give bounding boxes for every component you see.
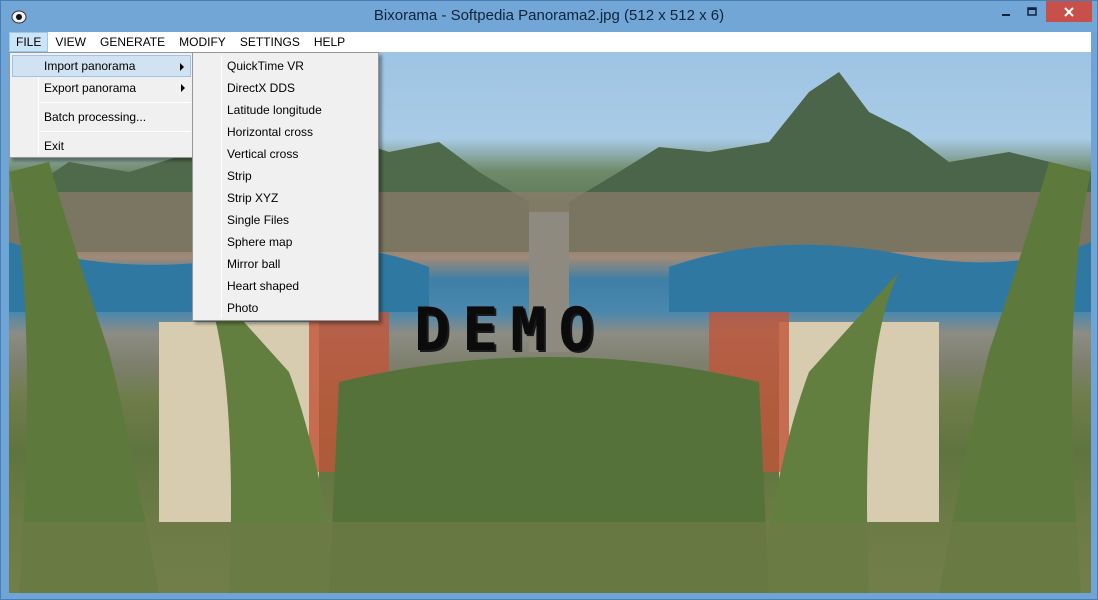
submenu-arrow-icon [181,84,185,92]
submenu-item-horizontal-cross[interactable]: Horizontal cross [195,121,376,143]
submenu-item-single-files[interactable]: Single Files [195,209,376,231]
maximize-icon [1027,6,1037,16]
maximize-button[interactable] [1019,1,1045,22]
menu-file[interactable]: FILE [9,32,49,52]
submenu-item-strip[interactable]: Strip [195,165,376,187]
file-menu: Import panorama Export panorama Batch pr… [9,52,194,158]
menu-settings[interactable]: SETTINGS [233,32,307,52]
menu-item-label: Batch processing... [44,110,147,124]
menu-item-label: Exit [44,139,65,153]
app-window: Bixorama - Softpedia Panorama2.jpg (512 … [0,0,1098,600]
menu-item-exit[interactable]: Exit [12,135,191,157]
menu-item-batch-processing[interactable]: Batch processing... [12,106,191,128]
submenu-item-photo[interactable]: Photo [195,297,376,319]
menu-help[interactable]: HELP [307,32,352,52]
window-title: Bixorama - Softpedia Panorama2.jpg (512 … [373,7,725,24]
menu-modify[interactable]: MODIFY [172,32,233,52]
close-icon [1064,6,1074,17]
submenu-item-directx-dds[interactable]: DirectX DDS [195,77,376,99]
minimize-button[interactable] [993,1,1019,22]
submenu-item-heart-shaped[interactable]: Heart shaped [195,275,376,297]
title-bar[interactable]: Bixorama - Softpedia Panorama2.jpg (512 … [1,1,1097,32]
import-panorama-submenu: QuickTime VR DirectX DDS Latitude longit… [192,52,379,321]
menu-item-label: Import panorama [44,59,136,73]
submenu-item-quicktime-vr[interactable]: QuickTime VR [195,55,376,77]
menu-item-label: Export panorama [44,81,137,95]
menu-view[interactable]: VIEW [48,32,93,52]
menu-bar: FILE VIEW GENERATE MODIFY SETTINGS HELP [9,32,1091,52]
demo-watermark: DEMO [414,295,607,365]
close-button[interactable] [1046,1,1092,22]
minimize-icon [1002,13,1010,16]
submenu-item-latitude-longitude[interactable]: Latitude longitude [195,99,376,121]
menu-separator [40,131,191,132]
submenu-item-mirror-ball[interactable]: Mirror ball [195,253,376,275]
submenu-arrow-icon [180,63,184,71]
menu-separator [40,102,191,103]
submenu-item-sphere-map[interactable]: Sphere map [195,231,376,253]
submenu-item-vertical-cross[interactable]: Vertical cross [195,143,376,165]
menu-item-export-panorama[interactable]: Export panorama [12,77,191,99]
menu-item-import-panorama[interactable]: Import panorama [12,55,191,77]
menu-generate[interactable]: GENERATE [93,32,172,52]
submenu-item-strip-xyz[interactable]: Strip XYZ [195,187,376,209]
